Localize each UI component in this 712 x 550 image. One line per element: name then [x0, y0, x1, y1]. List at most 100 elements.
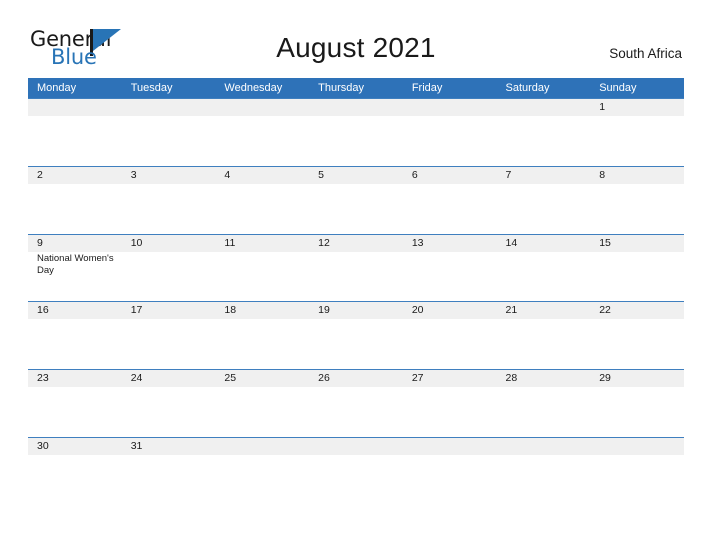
day-number: 27: [411, 372, 424, 385]
day-number: 6: [411, 168, 418, 181]
weekday-header-friday: Friday: [411, 82, 443, 94]
day-cell[interactable]: [309, 438, 403, 504]
day-cell[interactable]: [215, 438, 309, 504]
day-cell[interactable]: 3: [122, 167, 216, 233]
calendar-week-row: 23 24 25 26 27 28 29: [28, 369, 684, 437]
day-number: 15: [599, 236, 611, 249]
day-number: 22: [599, 304, 611, 317]
day-number: 19: [318, 304, 330, 317]
day-number: 24: [130, 372, 143, 385]
weekday-header-saturday: Saturday: [505, 82, 550, 94]
day-number: 25: [224, 372, 237, 385]
day-number: 14: [505, 236, 518, 249]
day-number: [318, 99, 400, 116]
day-cell[interactable]: [309, 99, 403, 165]
weekday-header-monday: Monday: [37, 82, 77, 94]
day-number: 17: [130, 304, 143, 317]
day-cell[interactable]: 22: [590, 302, 684, 368]
weekday-header-wednesday: Wednesday: [224, 82, 283, 94]
day-cell[interactable]: [403, 438, 497, 504]
day-cell[interactable]: 25: [215, 370, 309, 436]
day-cell[interactable]: [590, 438, 684, 504]
week-cells: 2 3 4 5 6 7 8: [28, 167, 684, 233]
day-number: 29: [599, 372, 611, 385]
day-cell[interactable]: [215, 99, 309, 165]
day-number: [506, 438, 588, 455]
calendar-week-row: 2 3 4 5 6 7 8: [28, 165, 684, 234]
day-cell[interactable]: 15: [590, 235, 684, 301]
day-event: National Women's Day: [37, 252, 114, 277]
page-title: August 2021: [276, 32, 436, 63]
day-number: 16: [37, 304, 49, 317]
day-cell[interactable]: 18: [215, 302, 309, 368]
day-cell[interactable]: 1: [590, 99, 684, 165]
calendar-grid: Monday Tuesday Wednesday Thursday Friday…: [28, 78, 684, 505]
day-number: 20: [411, 304, 424, 317]
day-number: 3: [130, 168, 137, 181]
day-cell[interactable]: 13: [403, 235, 497, 301]
day-number: 31: [130, 439, 143, 452]
week-cells: 23 24 25 26 27 28 29: [28, 370, 684, 436]
day-number: 4: [224, 168, 231, 181]
day-cell[interactable]: 11: [215, 235, 309, 301]
day-number: [412, 99, 494, 116]
day-cell[interactable]: 23: [28, 370, 122, 436]
country-label: South Africa: [609, 46, 682, 61]
day-cell[interactable]: 26: [309, 370, 403, 436]
day-cell[interactable]: 4: [215, 167, 309, 233]
day-cell[interactable]: 17: [122, 302, 216, 368]
weekday-header-row: Monday Tuesday Wednesday Thursday Friday…: [28, 78, 684, 98]
day-cell[interactable]: 2: [28, 167, 122, 233]
day-cell[interactable]: 29: [590, 370, 684, 436]
day-number: 7: [505, 168, 512, 181]
day-cell[interactable]: 30: [28, 438, 122, 504]
week-cells: 9 National Women's Day 10 11 12 13 14 15: [28, 235, 684, 301]
day-number: [318, 438, 400, 455]
day-cell[interactable]: [403, 99, 497, 165]
day-cell[interactable]: 12: [309, 235, 403, 301]
day-cell[interactable]: [122, 99, 216, 165]
day-cell[interactable]: 31: [122, 438, 216, 504]
day-number: 21: [505, 304, 518, 317]
calendar-week-row: 16 17 18 19 20 21 22: [28, 301, 684, 369]
weekday-header-sunday: Sunday: [599, 82, 637, 94]
day-cell[interactable]: 19: [309, 302, 403, 368]
day-cell[interactable]: 14: [497, 235, 591, 301]
day-cell[interactable]: 5: [309, 167, 403, 233]
day-number: [224, 99, 306, 116]
day-number: [599, 438, 681, 455]
day-cell[interactable]: [497, 99, 591, 165]
day-cell[interactable]: 20: [403, 302, 497, 368]
day-number: [506, 99, 588, 116]
week-cells: 30 31: [28, 438, 684, 504]
week-cells: 1: [28, 99, 684, 165]
day-cell[interactable]: 16: [28, 302, 122, 368]
day-cell[interactable]: 21: [497, 302, 591, 368]
day-cell[interactable]: 28: [497, 370, 591, 436]
day-cell[interactable]: 10: [122, 235, 216, 301]
day-number: [37, 99, 119, 116]
day-number: 23: [37, 372, 49, 385]
week-cells: 16 17 18 19 20 21 22: [28, 302, 684, 368]
day-cell[interactable]: 8: [590, 167, 684, 233]
day-cell[interactable]: 9 National Women's Day: [28, 235, 122, 301]
weekday-header-thursday: Thursday: [318, 82, 364, 94]
day-cell[interactable]: 24: [122, 370, 216, 436]
weekday-header-tuesday: Tuesday: [130, 82, 173, 94]
day-cell[interactable]: 6: [403, 167, 497, 233]
day-number: 26: [318, 372, 330, 385]
day-number: 5: [318, 168, 324, 181]
day-cell[interactable]: 27: [403, 370, 497, 436]
day-number: 10: [130, 236, 143, 249]
day-number: 8: [599, 168, 606, 181]
day-cell[interactable]: 7: [497, 167, 591, 233]
day-cell[interactable]: [497, 438, 591, 504]
day-number: 9: [37, 236, 43, 249]
day-cell[interactable]: [28, 99, 122, 165]
day-number: 28: [505, 372, 518, 385]
day-number: [412, 438, 494, 455]
day-number: 12: [318, 236, 330, 249]
day-number: 2: [37, 168, 43, 181]
day-number: 30: [37, 439, 49, 452]
calendar-week-row: 1: [28, 98, 684, 166]
